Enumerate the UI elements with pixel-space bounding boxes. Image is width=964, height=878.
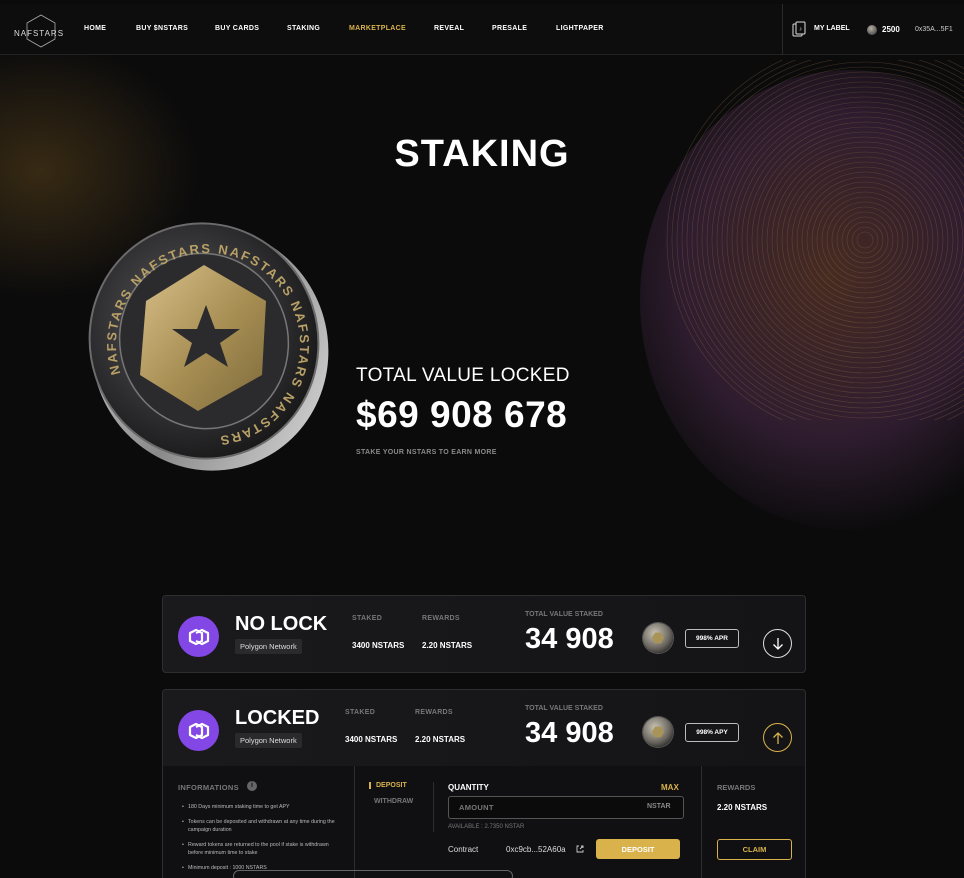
network-badge: Polygon Network (235, 639, 302, 654)
info-icon[interactable]: i (247, 781, 257, 791)
nav-buy-nstars[interactable]: BUY $NSTARS (136, 25, 188, 32)
nav-home[interactable]: HOME (84, 25, 106, 32)
nafstars-logo[interactable]: NAFSTARS (6, 10, 72, 50)
total-value-staked-label: TOTAL VALUE STAKED (525, 705, 603, 712)
tvl-value: $69 908 678 (356, 394, 568, 435)
cards-icon[interactable]: ♪ (792, 21, 806, 37)
staked-label: STAKED (352, 615, 383, 622)
scroll-indicator (233, 870, 513, 878)
list-item: Tokens can be deposited and withdrawn at… (182, 818, 342, 834)
pool-card-no-lock[interactable]: NO LOCK Polygon Network STAKED 3400 NSTA… (162, 595, 806, 673)
nstar-coin-icon (867, 25, 877, 35)
contract-label: Contract (448, 845, 479, 854)
tab-withdraw[interactable]: WITHDRAW (374, 798, 413, 805)
apr-badge: 998% APR (685, 629, 739, 648)
nafstars-coin-image: NAFSTARS NAFSTARS NAFSTARS NAFSTARS NAFS… (78, 215, 338, 475)
informations-list: 180 Days minimum staking time to get APY… (182, 803, 342, 878)
nstar-coin-icon (643, 623, 673, 653)
rewards-label: REWARDS (422, 615, 460, 622)
concentric-rings-decoration (666, 60, 964, 420)
deposit-button[interactable]: DEPOSIT (596, 839, 680, 859)
nav-staking[interactable]: STAKING (287, 25, 320, 32)
logo-text: NAFSTARS (13, 28, 65, 38)
amount-unit: NSTAR (647, 803, 671, 810)
external-link-icon[interactable] (576, 845, 584, 853)
tvl-subtitle: STAKE YOUR NSTARS TO EARN MORE (356, 449, 497, 456)
informations-title: INFORMATIONS (178, 783, 239, 792)
claim-button[interactable]: CLAIM (717, 839, 792, 860)
list-item: Reward tokens are returned to the pool i… (182, 841, 342, 857)
svg-text:♪: ♪ (799, 27, 802, 33)
expand-button[interactable] (763, 629, 792, 658)
pool-details-panel: INFORMATIONS i 180 Days minimum staking … (162, 766, 806, 878)
rewards-value: 2.20 NSTARS (422, 641, 473, 650)
nav-marketplace[interactable]: MARKETPLACE (349, 25, 406, 32)
token-balance: 2500 (882, 25, 900, 34)
collapse-button[interactable] (763, 723, 792, 752)
quantity-label: QUANTITY (448, 783, 489, 792)
nav-presale[interactable]: PRESALE (492, 25, 527, 32)
tab-deposit[interactable]: DEPOSIT (369, 782, 407, 789)
staking-page: NAFSTARS HOME BUY $NSTARS BUY CARDS STAK… (0, 0, 964, 878)
total-value-staked-value: 34 908 (525, 717, 614, 749)
rewards-title: REWARDS (717, 783, 756, 792)
account-area: ♪ MY LABEL 2500 0x35A...5F1 (782, 4, 964, 55)
tvl-label: TOTAL VALUE LOCKED (356, 365, 570, 386)
nav-lightpaper[interactable]: LIGHTPAPER (556, 25, 604, 32)
polygon-icon (178, 616, 219, 657)
network-badge: Polygon Network (235, 733, 302, 748)
rewards-label: REWARDS (415, 709, 453, 716)
max-button[interactable]: MAX (661, 783, 679, 792)
staked-value: 3400 NSTARS (352, 641, 405, 650)
polygon-icon (178, 710, 219, 751)
divider (701, 766, 702, 878)
top-navigation: NAFSTARS HOME BUY $NSTARS BUY CARDS STAK… (0, 4, 964, 55)
nstar-coin-icon (643, 717, 673, 747)
divider (354, 766, 355, 878)
nav-buy-cards[interactable]: BUY CARDS (215, 25, 259, 32)
nav-reveal[interactable]: REVEAL (434, 25, 464, 32)
available-balance: AVAILABLE : 2.7350 NSTAR (448, 824, 525, 830)
list-item: 180 Days minimum staking time to get APY (182, 803, 342, 811)
total-value-staked-value: 34 908 (525, 623, 614, 655)
my-label-link[interactable]: MY LABEL (814, 25, 850, 32)
arrow-down-icon (772, 637, 783, 650)
wallet-address[interactable]: 0x35A...5F1 (915, 26, 953, 33)
total-value-staked-label: TOTAL VALUE STAKED (525, 611, 603, 618)
pool-name: LOCKED (235, 707, 320, 729)
contract-address[interactable]: 0xc9cb...52A60a (506, 845, 566, 854)
pool-name: NO LOCK (235, 613, 328, 635)
page-title: STAKING (394, 133, 570, 175)
staked-label: STAKED (345, 709, 376, 716)
pool-card-locked[interactable]: LOCKED Polygon Network STAKED 3400 NSTAR… (162, 689, 806, 767)
arrow-up-icon (772, 731, 783, 744)
rewards-amount: 2.20 NSTARS (717, 803, 768, 812)
rewards-value: 2.20 NSTARS (415, 735, 466, 744)
tab-divider (433, 782, 434, 832)
staked-value: 3400 NSTARS (345, 735, 398, 744)
apy-badge: 998% APY (685, 723, 739, 742)
